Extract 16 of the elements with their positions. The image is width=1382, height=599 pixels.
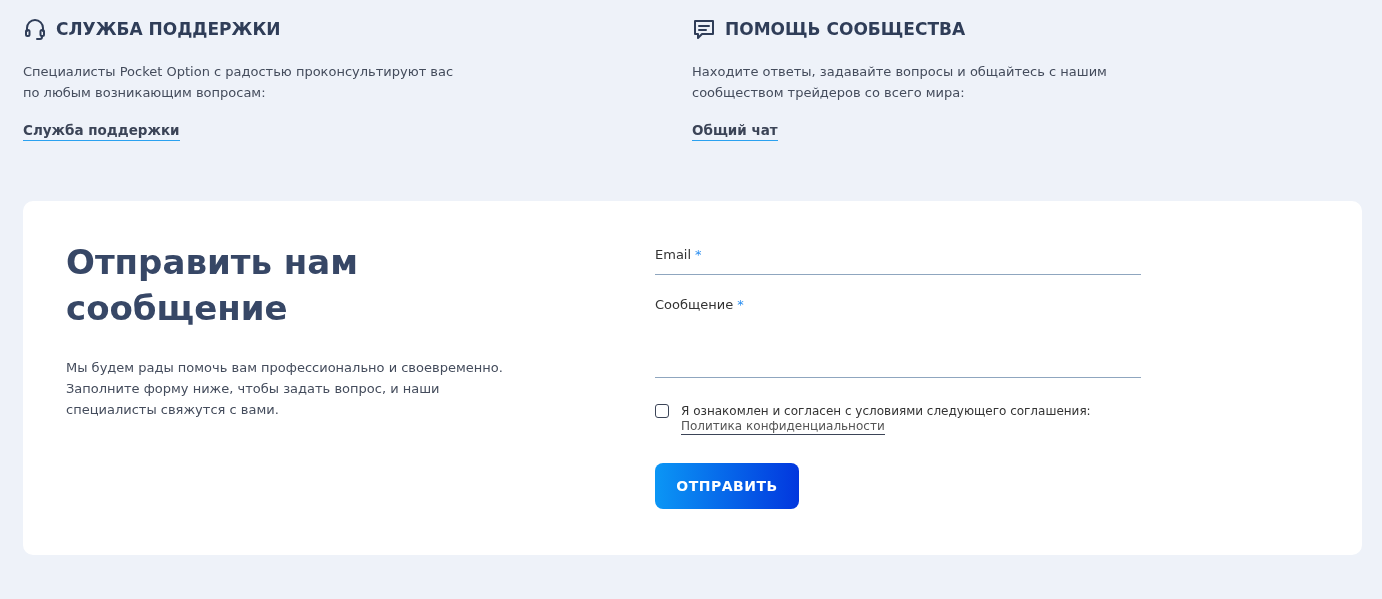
section-link[interactable]: Служба поддержки [23, 122, 180, 141]
section-description: Находите ответы, задавайте вопросы и общайтесь с нашим сообществом трейдеров со всего мира: [692, 63, 1108, 102]
agreement-text: Я ознакомлен и согласен с условиями следующего соглашения: [681, 404, 1091, 419]
email-field[interactable]: Email * [655, 247, 1141, 275]
form-title: Отправить нам сообщение [66, 241, 359, 330]
section-heading: ПОМОЩЬ СООБЩЕСТВА [725, 19, 966, 39]
submit-button[interactable]: ОТПРАВИТЬ [655, 463, 799, 509]
message-field[interactable]: Сообщение * [655, 297, 1141, 378]
privacy-policy-link[interactable]: Политика конфиденциальности [681, 419, 885, 435]
chat-icon [692, 17, 716, 41]
headset-icon [23, 17, 47, 41]
section-link[interactable]: Общий чат [692, 122, 778, 141]
agreement-checkbox[interactable] [655, 404, 669, 418]
form-description: Мы будем рады помочь вам профессионально и своевременно. Заполните форму ниже, чтобы задать вопрос, и наши специалисты свяжутся с вами. [66, 359, 504, 419]
section-heading: СЛУЖБА ПОДДЕРЖКИ [56, 19, 281, 39]
section-description: Специалисты Pocket Option с радостью проконсультируют вас по любым возникающим вопросам: [23, 63, 455, 102]
